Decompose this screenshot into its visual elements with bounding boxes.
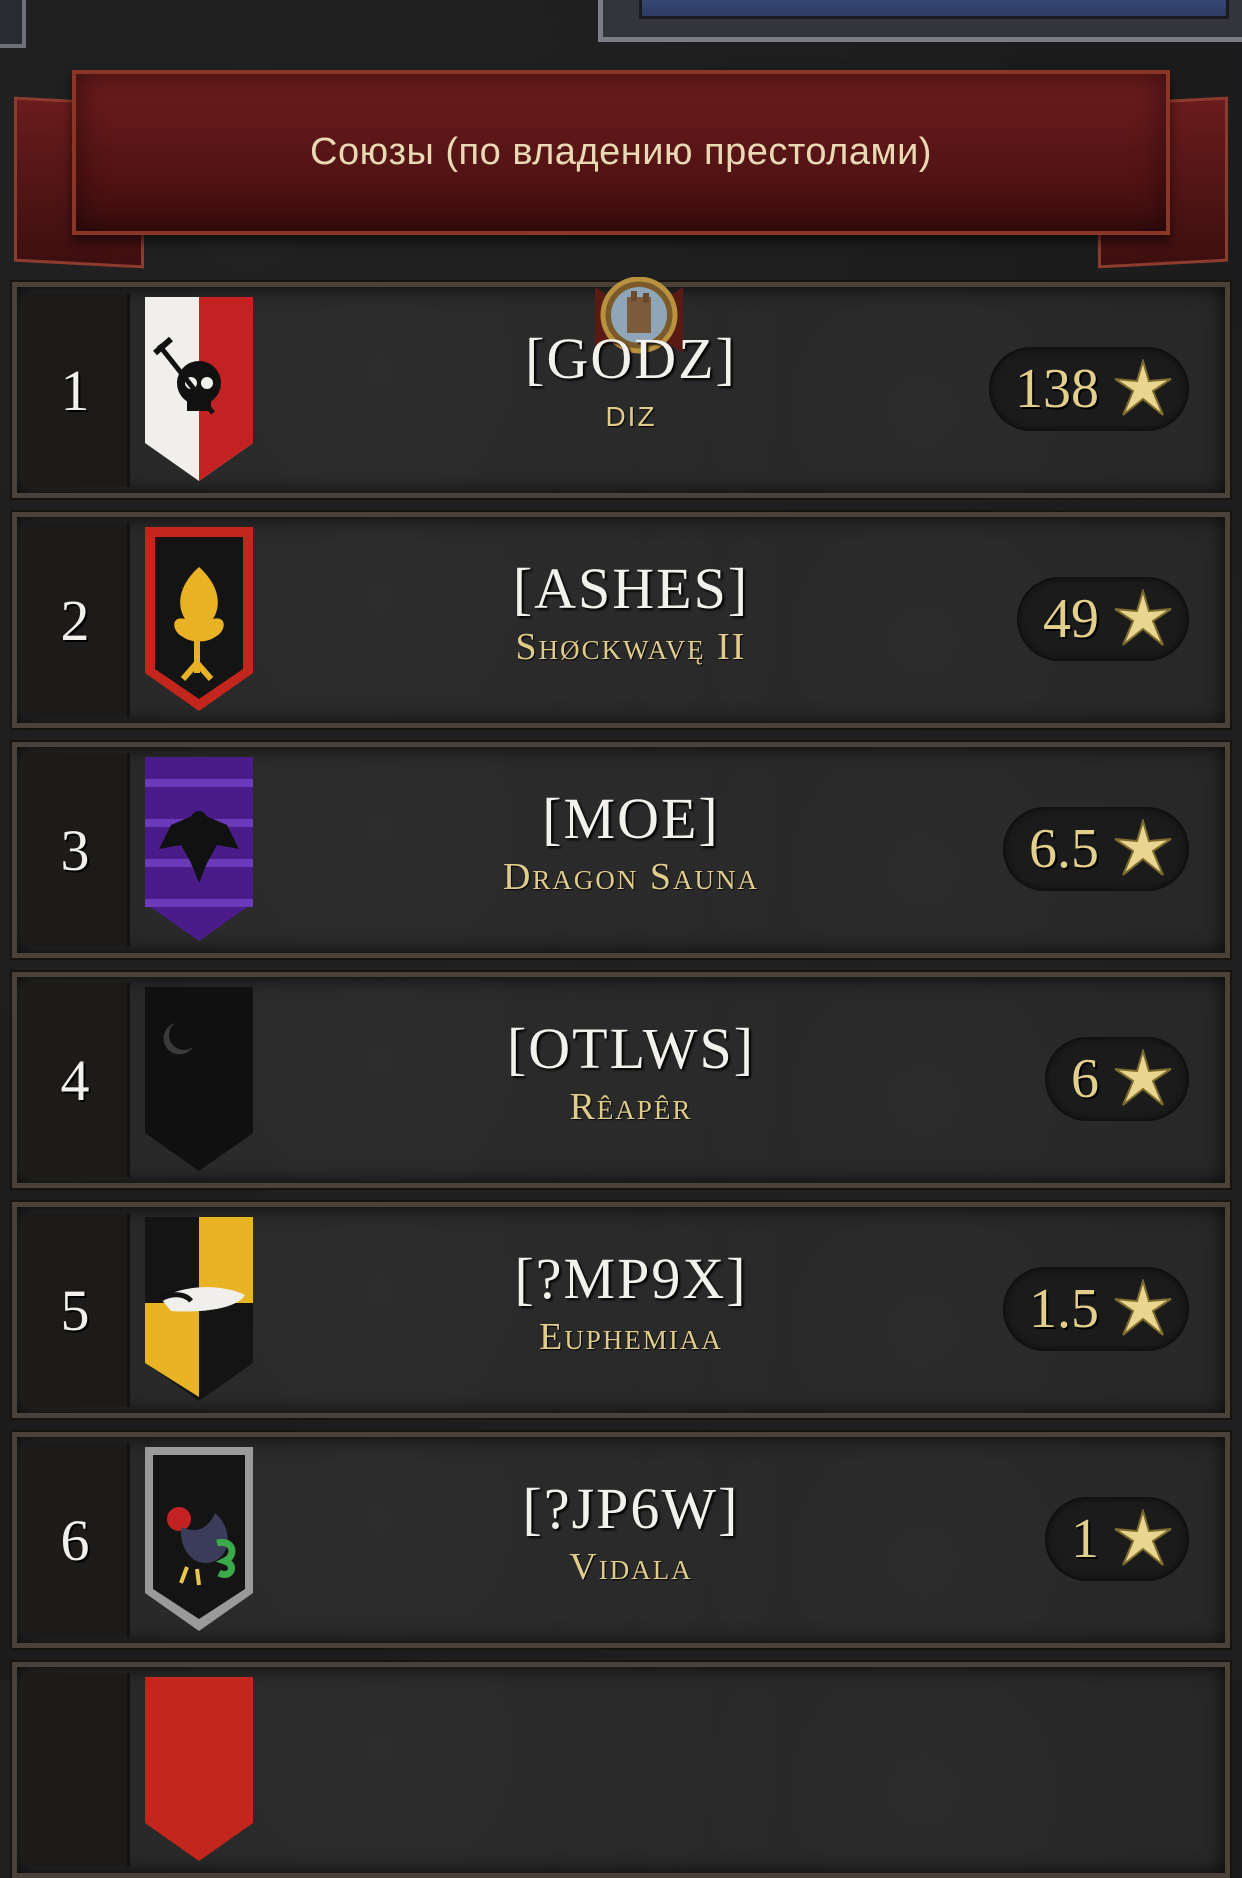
crescent-moon-banner-icon[interactable] bbox=[141, 983, 257, 1175]
top-panel-frame[interactable] bbox=[598, 0, 1242, 42]
rank-cell: 3 bbox=[23, 753, 130, 947]
flaming-tree-banner-icon[interactable] bbox=[141, 523, 257, 715]
alliance-row[interactable]: 5 [?MP9X] Euphemiaa 1.5 bbox=[10, 1200, 1232, 1420]
alliance-leader: Rêapêr bbox=[569, 1086, 693, 1128]
score-badge: 138 bbox=[989, 347, 1189, 431]
star-icon bbox=[1114, 819, 1172, 876]
alliance-row[interactable]: 3 [MOE] Dragon Sauna 6.5 bbox=[10, 740, 1232, 960]
score-value: 6 bbox=[1071, 1048, 1099, 1110]
badger-banner-icon[interactable] bbox=[141, 1213, 257, 1405]
star-icon bbox=[1114, 589, 1172, 646]
header-ribbon: Союзы (по владению престолами) bbox=[72, 70, 1170, 235]
star-icon bbox=[1114, 359, 1172, 416]
alliance-row-partial[interactable] bbox=[10, 1660, 1232, 1878]
alliance-tag: [?MP9X] bbox=[514, 1246, 748, 1311]
alliance-row[interactable]: 4 [OTLWS] Rêapêr 6 bbox=[10, 970, 1232, 1190]
alliance-tag: [GODZ] bbox=[525, 326, 737, 391]
score-badge: 49 bbox=[1017, 577, 1189, 661]
griffin-banner-icon[interactable] bbox=[141, 1443, 257, 1635]
rank-cell: 1 bbox=[23, 293, 130, 487]
rank-number: 5 bbox=[60, 1277, 90, 1343]
score-value: 1 bbox=[1071, 1508, 1099, 1570]
eagle-banner-icon[interactable] bbox=[141, 753, 257, 945]
alliance-tag: [MOE] bbox=[542, 786, 720, 851]
score-value: 1.5 bbox=[1029, 1278, 1099, 1340]
star-icon bbox=[1114, 1279, 1172, 1336]
score-badge: 6.5 bbox=[1003, 807, 1189, 891]
alliance-tag: [ASHES] bbox=[512, 556, 750, 621]
rank-cell: 4 bbox=[23, 983, 130, 1177]
score-value: 6.5 bbox=[1029, 818, 1099, 880]
score-badge: 1 bbox=[1045, 1497, 1189, 1581]
alliance-leader: DIZ bbox=[605, 401, 657, 432]
score-badge: 6 bbox=[1045, 1037, 1189, 1121]
alliance-leader: Shøckwavę II bbox=[515, 626, 747, 668]
rank-number: 3 bbox=[60, 817, 90, 883]
alliance-row[interactable]: 2 [ASHES] Shøckwavę II 49 bbox=[10, 510, 1232, 730]
rank-cell: 6 bbox=[23, 1443, 130, 1637]
page-title: Союзы (по владению престолами) bbox=[310, 131, 932, 173]
rank-cell: 5 bbox=[23, 1213, 130, 1407]
top-left-frame bbox=[0, 0, 26, 48]
score-value: 49 bbox=[1043, 588, 1099, 650]
alliance-tag: [OTLWS] bbox=[506, 1016, 756, 1081]
rank-cell: 2 bbox=[23, 523, 130, 717]
rank-number: 2 bbox=[60, 587, 90, 653]
alliance-leader: Vidala bbox=[569, 1546, 693, 1588]
alliance-leader: Dragon Sauna bbox=[502, 856, 760, 898]
alliance-row[interactable]: 1 [GODZ] DIZ 138 bbox=[10, 276, 1232, 500]
skull-banner-icon[interactable] bbox=[141, 293, 257, 485]
alliance-tag: [?JP6W] bbox=[522, 1476, 740, 1541]
star-icon bbox=[1114, 1509, 1172, 1566]
banner-icon[interactable] bbox=[141, 1673, 257, 1865]
star-icon bbox=[1114, 1049, 1172, 1106]
rank-number: 6 bbox=[60, 1507, 90, 1573]
score-value: 138 bbox=[1015, 358, 1099, 420]
score-badge: 1.5 bbox=[1003, 1267, 1189, 1351]
alliance-row[interactable]: 6 [?JP6W] Vidala 1 bbox=[10, 1430, 1232, 1650]
rank-number: 1 bbox=[60, 357, 90, 423]
alliance-leader: Euphemiaa bbox=[539, 1316, 723, 1358]
rank-cell bbox=[23, 1673, 130, 1867]
rank-number: 4 bbox=[60, 1047, 90, 1113]
